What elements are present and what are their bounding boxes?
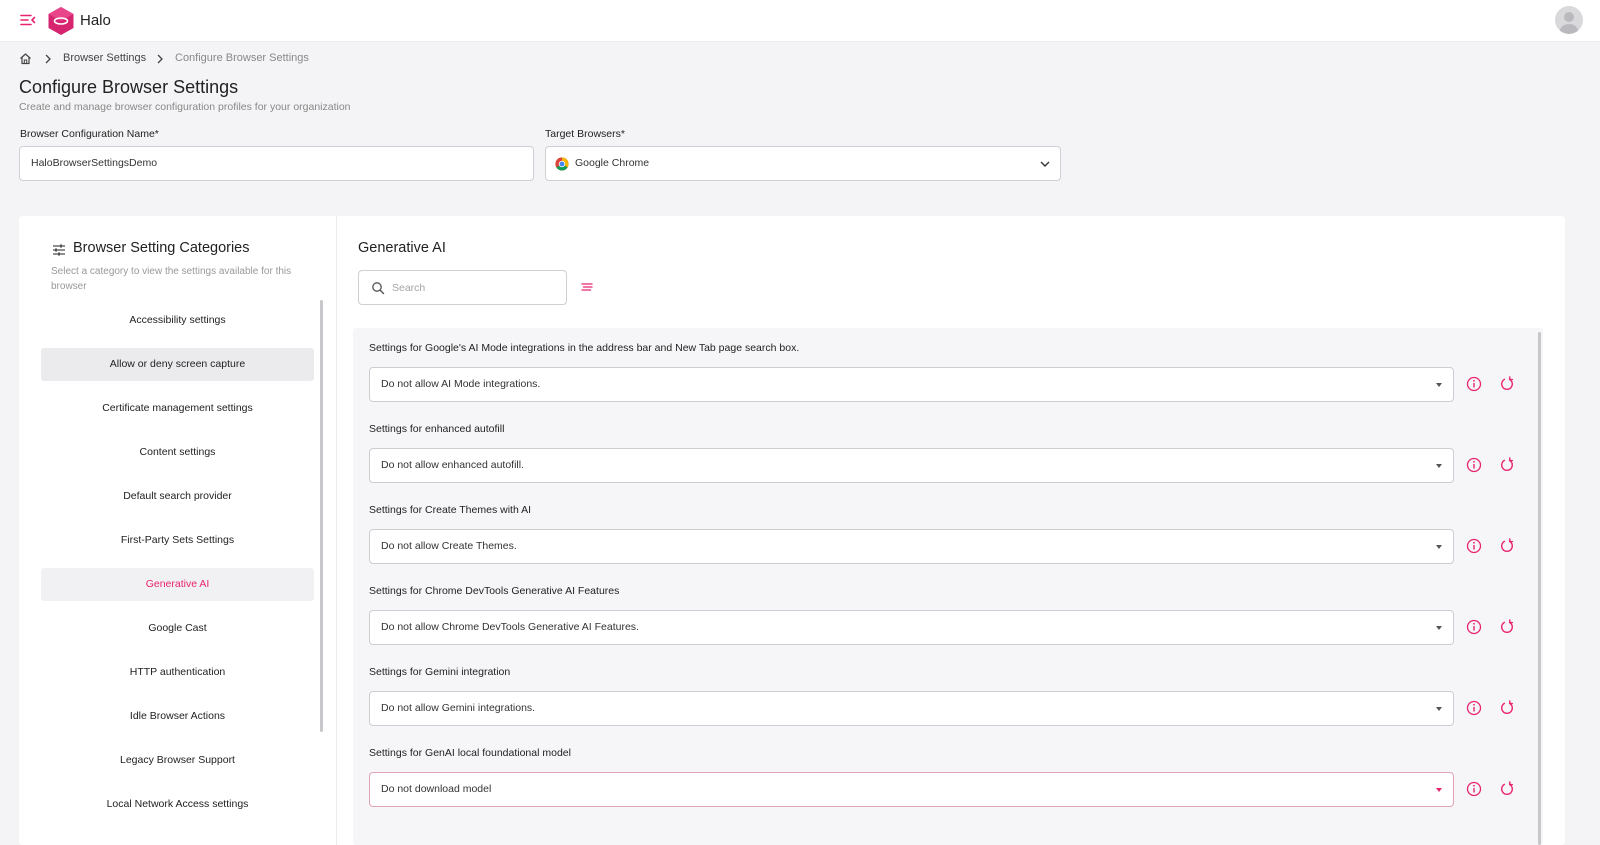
settings-scrollbar[interactable] (1538, 332, 1541, 845)
setting-value: Do not download model (381, 783, 492, 795)
info-icon[interactable] (1466, 376, 1482, 392)
page-title: Configure Browser Settings (19, 77, 239, 97)
category-generative-ai[interactable]: Generative AI (41, 568, 314, 601)
filter-icon[interactable] (580, 280, 594, 294)
reset-icon[interactable] (1499, 538, 1515, 554)
category-content-settings[interactable]: Content settings (41, 436, 314, 469)
user-avatar-icon[interactable] (1555, 6, 1583, 34)
setting-label: Settings for Google's AI Mode integratio… (369, 342, 800, 354)
top-bar: Halo (0, 0, 1600, 42)
categories-panel: Browser Setting Categories Select a cate… (19, 216, 337, 845)
search-icon (372, 282, 385, 295)
breadcrumb-current-page: Configure Browser Settings (175, 52, 309, 64)
category-screen-capture[interactable]: Allow or deny screen capture (41, 348, 314, 381)
categories-subtitle: Select a category to view the settings a… (51, 266, 292, 292)
section-title: Generative AI (358, 240, 446, 256)
caret-down-icon (1436, 545, 1442, 549)
app-name: Halo (80, 12, 111, 29)
target-browsers-select[interactable]: Google Chrome (545, 146, 1061, 181)
info-icon[interactable] (1466, 781, 1482, 797)
chevron-down-icon (1040, 161, 1050, 167)
sliders-icon (53, 244, 65, 256)
chevron-right-icon (157, 54, 163, 64)
breadcrumb-browser-settings[interactable]: Browser Settings (63, 52, 146, 64)
categories-scrollbar[interactable] (320, 300, 323, 732)
target-browsers-label: Target Browsers* (545, 128, 625, 140)
setting-label: Settings for GenAI local foundational mo… (369, 747, 571, 759)
setting-select-ai-mode[interactable]: Do not allow AI Mode integrations. (369, 367, 1454, 402)
reset-icon[interactable] (1499, 457, 1515, 473)
config-name-field[interactable]: HaloBrowserSettingsDemo (19, 146, 534, 181)
caret-down-icon (1436, 383, 1442, 387)
setting-label: Settings for enhanced autofill (369, 423, 505, 435)
reset-icon[interactable] (1499, 781, 1515, 797)
info-icon[interactable] (1466, 538, 1482, 554)
chevron-right-icon (45, 54, 51, 64)
caret-down-icon (1436, 788, 1442, 792)
setting-value: Do not allow Create Themes. (381, 540, 517, 552)
caret-down-icon (1436, 626, 1442, 630)
search-input[interactable] (390, 279, 560, 297)
category-accessibility-settings[interactable]: Accessibility settings (41, 304, 314, 337)
settings-list: Settings for Google's AI Mode integratio… (353, 328, 1543, 845)
settings-search[interactable] (358, 270, 567, 305)
settings-card: Browser Setting Categories Select a cate… (19, 216, 1565, 845)
home-icon[interactable] (19, 52, 32, 65)
setting-value: Do not allow Gemini integrations. (381, 702, 536, 714)
setting-select-enhanced-autofill[interactable]: Do not allow enhanced autofill. (369, 448, 1454, 483)
setting-select-create-themes[interactable]: Do not allow Create Themes. (369, 529, 1454, 564)
caret-down-icon (1436, 464, 1442, 468)
target-browsers-value: Google Chrome (575, 157, 650, 169)
setting-select-devtools-ai[interactable]: Do not allow Chrome DevTools Generative … (369, 610, 1454, 645)
setting-value: Do not allow Chrome DevTools Generative … (381, 621, 639, 633)
info-icon[interactable] (1466, 619, 1482, 635)
info-icon[interactable] (1466, 457, 1482, 473)
reset-icon[interactable] (1499, 376, 1515, 392)
category-http-authentication[interactable]: HTTP authentication (41, 656, 314, 689)
category-local-network-access[interactable]: Local Network Access settings (41, 788, 314, 821)
setting-value: Do not allow AI Mode integrations. (381, 378, 541, 390)
page-subtitle: Create and manage browser configuration … (19, 101, 351, 113)
caret-down-icon (1436, 707, 1442, 711)
category-first-party-sets[interactable]: First-Party Sets Settings (41, 524, 314, 557)
setting-label: Settings for Chrome DevTools Generative … (369, 585, 620, 597)
reset-icon[interactable] (1499, 700, 1515, 716)
category-default-search-provider[interactable]: Default search provider (41, 480, 314, 513)
google-chrome-icon (555, 157, 569, 171)
category-legacy-browser-support[interactable]: Legacy Browser Support (41, 744, 314, 777)
setting-select-local-model[interactable]: Do not download model (369, 772, 1454, 807)
category-certificate-management[interactable]: Certificate management settings (41, 392, 314, 425)
category-google-cast[interactable]: Google Cast (41, 612, 314, 645)
setting-label: Settings for Create Themes with AI (369, 504, 532, 516)
categories-title: Browser Setting Categories (73, 240, 250, 256)
setting-value: Do not allow enhanced autofill. (381, 459, 525, 471)
info-icon[interactable] (1466, 700, 1482, 716)
config-name-label: Browser Configuration Name* (20, 128, 159, 140)
menu-collapse-icon[interactable] (19, 11, 37, 29)
setting-select-gemini[interactable]: Do not allow Gemini integrations. (369, 691, 1454, 726)
setting-label: Settings for Gemini integration (369, 666, 511, 678)
reset-icon[interactable] (1499, 619, 1515, 635)
halo-logo-icon[interactable] (47, 6, 75, 36)
category-idle-browser-actions[interactable]: Idle Browser Actions (41, 700, 314, 733)
